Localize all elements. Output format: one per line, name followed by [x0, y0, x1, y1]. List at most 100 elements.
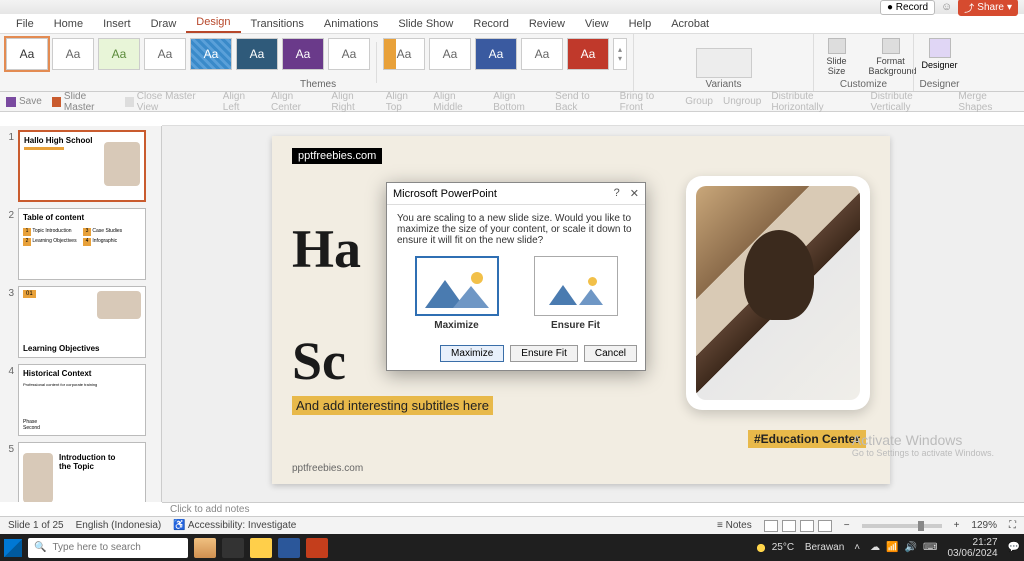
slide-badge: #Education Center	[748, 430, 866, 448]
tab-animations[interactable]: Animations	[314, 15, 388, 33]
zoom-out-button[interactable]: −	[844, 520, 850, 531]
tab-slideshow[interactable]: Slide Show	[388, 15, 463, 33]
slide-thumbnail-panel: 1 Hallo High School 2 Table of content 1…	[0, 126, 162, 502]
format-bg-icon	[882, 38, 900, 54]
slide-thumbnail[interactable]: Historical Context Professional content …	[18, 364, 146, 436]
theme-swatch[interactable]: Aa	[383, 38, 425, 70]
cloud-icon[interactable]: ☁	[870, 542, 880, 553]
save-button[interactable]: Save	[6, 96, 42, 107]
theme-swatch[interactable]: Aa	[282, 38, 324, 70]
fit-to-window-button[interactable]: ⛶	[1009, 520, 1016, 531]
record-button[interactable]: ● Record	[880, 0, 935, 15]
designer-button[interactable]	[929, 38, 951, 58]
thumb-number: 1	[4, 130, 14, 143]
theme-swatch[interactable]: Aa	[328, 38, 370, 70]
tab-acrobat[interactable]: Acrobat	[661, 15, 719, 33]
start-button[interactable]	[4, 539, 22, 557]
close-master-label: Close Master View	[137, 91, 213, 113]
cancel-button[interactable]: Cancel	[584, 345, 637, 362]
slide-master-button[interactable]: Slide Master	[52, 91, 115, 113]
tab-design[interactable]: Design	[186, 13, 240, 33]
taskbar-search[interactable]: 🔍Type here to search	[28, 538, 188, 558]
theme-swatch[interactable]: Aa	[6, 38, 48, 70]
slide-thumbnail[interactable]: Introduction to the Topic	[18, 442, 146, 502]
slide-master-icon	[52, 97, 61, 107]
designer-group-label: Designer	[919, 79, 959, 90]
smiley-icon[interactable]: ☺	[941, 1, 952, 13]
tab-transitions[interactable]: Transitions	[241, 15, 314, 33]
slide-thumbnail[interactable]: Table of content 1 Topic Introduction 3 …	[18, 208, 146, 280]
slide-footer: pptfreebies.com	[292, 463, 363, 474]
ensure-fit-option-label: Ensure Fit	[534, 320, 618, 331]
theme-swatch[interactable]: Aa	[567, 38, 609, 70]
tab-help[interactable]: Help	[619, 15, 662, 33]
theme-swatch[interactable]: Aa	[429, 38, 471, 70]
theme-swatch[interactable]: Aa	[475, 38, 517, 70]
wifi-icon[interactable]: 📶	[886, 542, 898, 553]
maximize-option[interactable]: Maximize	[415, 256, 499, 331]
tab-insert[interactable]: Insert	[93, 15, 141, 33]
taskbar-app-icon[interactable]	[194, 538, 216, 558]
tab-draw[interactable]: Draw	[141, 15, 187, 33]
zoom-level[interactable]: 129%	[971, 520, 997, 531]
taskbar-app-icon[interactable]	[278, 538, 300, 558]
language-indicator[interactable]: English (Indonesia)	[76, 520, 162, 531]
zoom-slider[interactable]	[862, 524, 942, 528]
sorter-view-button[interactable]	[782, 520, 796, 532]
tab-review[interactable]: Review	[519, 15, 575, 33]
format-bg-label: Format Background	[869, 56, 913, 76]
taskbar-weather[interactable]: 25°C Berawan	[754, 541, 845, 555]
task-view-button[interactable]	[222, 538, 244, 558]
tab-record[interactable]: Record	[463, 15, 518, 33]
dialog-close-button[interactable]: ✕	[630, 187, 639, 200]
slide-master-label: Slide Master	[64, 91, 115, 113]
clock-time: 21:27	[947, 537, 997, 548]
notes-pane[interactable]: Click to add notes	[162, 502, 1024, 516]
theme-swatch[interactable]: Aa	[190, 38, 232, 70]
powerpoint-taskbar-icon[interactable]	[306, 538, 328, 558]
save-label: Save	[19, 96, 42, 107]
variant-swatch[interactable]	[696, 48, 752, 78]
customize-group: Slide Size Format Background Customize	[813, 34, 913, 91]
tab-file[interactable]: File	[6, 15, 44, 33]
variants-group-label: Variants	[706, 79, 742, 90]
ensure-fit-button[interactable]: Ensure Fit	[510, 345, 578, 362]
reading-view-button[interactable]	[800, 520, 814, 532]
format-background-button[interactable]: Format Background	[869, 38, 913, 76]
share-button[interactable]: ⤴Share▾	[958, 0, 1018, 16]
slide-thumbnail[interactable]: 01 Learning Objectives	[18, 286, 146, 358]
tab-view[interactable]: View	[575, 15, 619, 33]
maximize-button[interactable]: Maximize	[440, 345, 504, 362]
notes-toggle[interactable]: ≡ Notes	[717, 520, 752, 531]
normal-view-button[interactable]	[764, 520, 778, 532]
ensure-fit-option[interactable]: Ensure Fit	[534, 256, 618, 331]
language-icon[interactable]: ⌨	[923, 542, 937, 553]
designer-group: Designer Designer	[913, 34, 965, 91]
zoom-in-button[interactable]: +	[954, 520, 960, 531]
notifications-button[interactable]: 💬	[1008, 542, 1020, 553]
close-master-button: Close Master View	[125, 91, 213, 113]
ribbon-content: Aa Aa Aa Aa Aa Aa Aa Aa Aa Aa Aa Aa Aa ▴…	[0, 34, 1024, 92]
share-icon: ⤴	[964, 0, 974, 15]
watermark-line2: Go to Settings to activate Windows.	[852, 448, 994, 458]
volume-icon[interactable]: 🔊	[905, 542, 917, 553]
slide-thumbnail[interactable]: Hallo High School	[18, 130, 146, 202]
slideshow-view-button[interactable]	[818, 520, 832, 532]
slide-size-button[interactable]: Slide Size	[815, 38, 859, 76]
view-switcher	[764, 520, 832, 532]
theme-swatch[interactable]: Aa	[52, 38, 94, 70]
theme-swatch[interactable]: Aa	[521, 38, 563, 70]
theme-swatch[interactable]: Aa	[98, 38, 140, 70]
tab-home[interactable]: Home	[44, 15, 93, 33]
taskbar-clock[interactable]: 21:27 03/06/2024	[947, 537, 997, 559]
dialog-title: Microsoft PowerPoint	[393, 188, 497, 200]
dialog-help-button[interactable]: ?	[614, 187, 620, 200]
theme-swatch[interactable]: Aa	[144, 38, 186, 70]
theme-swatch[interactable]: Aa	[236, 38, 278, 70]
theme-gallery-more[interactable]: ▴▾	[613, 38, 627, 70]
tray-chevron-icon[interactable]: ˄	[854, 542, 860, 553]
close-icon	[125, 97, 134, 107]
file-explorer-button[interactable]	[250, 538, 272, 558]
system-tray: ☁ 📶 🔊 ⌨	[870, 542, 937, 553]
accessibility-status[interactable]: ♿ Accessibility: Investigate	[173, 520, 296, 531]
